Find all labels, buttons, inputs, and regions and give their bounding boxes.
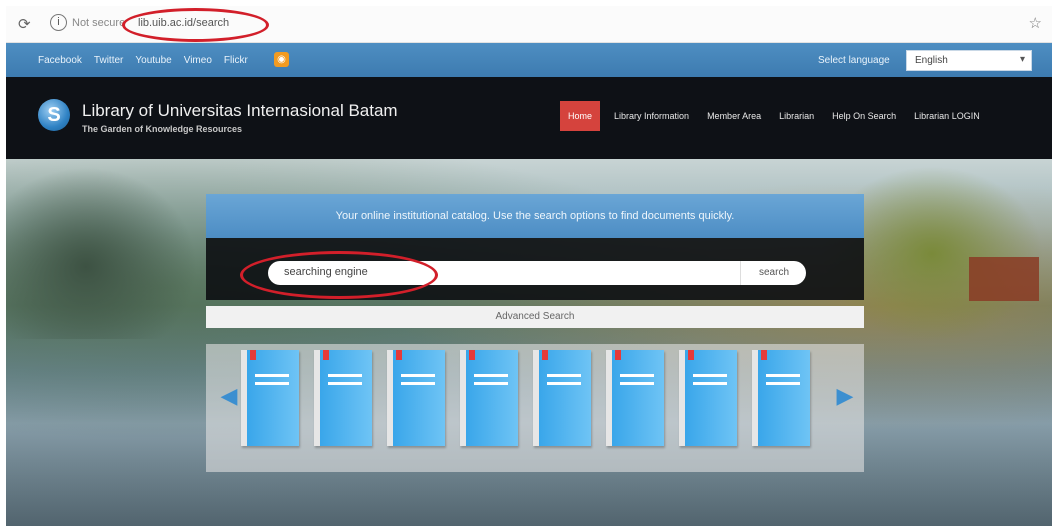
book-title-line — [401, 374, 435, 377]
nav-librarian-login[interactable]: Librarian LOGIN — [914, 111, 980, 121]
main-nav: Home Library Information Member Area Lib… — [560, 101, 998, 131]
book-item[interactable] — [241, 350, 299, 446]
page: ⟳ i Not secure lib.uib.ac.id/search ☆ Fa… — [6, 6, 1052, 526]
chevron-down-icon: ▾ — [1019, 54, 1025, 65]
book-item[interactable] — [387, 350, 445, 446]
social-link-youtube[interactable]: Youtube — [135, 55, 171, 66]
social-link-flickr[interactable]: Flickr — [224, 55, 248, 66]
book-item[interactable] — [606, 350, 664, 446]
bookmark-icon — [469, 350, 475, 360]
nav-member-area[interactable]: Member Area — [707, 111, 761, 121]
bookmark-icon — [396, 350, 402, 360]
info-icon[interactable]: i — [50, 14, 67, 31]
nav-librarian[interactable]: Librarian — [779, 111, 814, 121]
site-security-label: Not secure — [72, 17, 126, 29]
hero-trees-left — [6, 159, 206, 339]
site-title[interactable]: Library of Universitas Internasional Bat… — [82, 101, 398, 121]
arrow-left-icon[interactable]: ◀ — [220, 384, 238, 408]
social-link-facebook[interactable]: Facebook — [38, 55, 82, 66]
top-social-bar: Facebook Twitter Youtube Vimeo Flickr ◉ … — [6, 43, 1052, 77]
book-title-line — [766, 382, 800, 385]
language-label: Select language — [818, 55, 890, 66]
bookmark-icon — [542, 350, 548, 360]
book-title-line — [474, 374, 508, 377]
book-title-line — [693, 382, 727, 385]
book-title-line — [328, 374, 362, 377]
url-highlight-circle — [122, 8, 269, 42]
bookmark-icon — [761, 350, 767, 360]
book-title-line — [401, 382, 435, 385]
rss-icon[interactable]: ◉ — [274, 52, 289, 67]
book-title-line — [620, 382, 654, 385]
book-title-line — [547, 374, 581, 377]
search-intro: Your online institutional catalog. Use t… — [206, 194, 864, 238]
advanced-search-link[interactable]: Advanced Search — [206, 306, 864, 328]
nav-library-information[interactable]: Library Information — [614, 111, 689, 121]
book-title-line — [693, 374, 727, 377]
hero-house — [969, 257, 1039, 301]
social-links: Facebook Twitter Youtube Vimeo Flickr — [38, 55, 248, 66]
social-link-vimeo[interactable]: Vimeo — [184, 55, 212, 66]
site-subtitle: The Garden of Knowledge Resources — [82, 124, 243, 134]
book-item[interactable] — [533, 350, 591, 446]
language-value: English — [915, 55, 948, 66]
book-item[interactable] — [460, 350, 518, 446]
book-title-line — [328, 382, 362, 385]
social-link-twitter[interactable]: Twitter — [94, 55, 123, 66]
browser-address-bar: ⟳ i Not secure lib.uib.ac.id/search ☆ — [6, 6, 1052, 43]
book-title-line — [255, 374, 289, 377]
book-title-line — [547, 382, 581, 385]
book-item[interactable] — [679, 350, 737, 446]
nav-help-on-search[interactable]: Help On Search — [832, 111, 896, 121]
book-carousel: ◀ ▶ — [206, 344, 864, 472]
nav-home[interactable]: Home — [560, 101, 601, 131]
bookmark-icon — [615, 350, 621, 360]
search-button[interactable]: search — [740, 261, 807, 285]
book-list — [241, 350, 810, 446]
reload-icon[interactable]: ⟳ — [18, 15, 31, 33]
library-logo[interactable]: S — [38, 99, 70, 131]
search-highlight-circle — [240, 251, 438, 299]
site-header: S Library of Universitas Internasional B… — [6, 77, 1052, 159]
book-item[interactable] — [314, 350, 372, 446]
bookmark-icon — [323, 350, 329, 360]
hero-landscape: Your online institutional catalog. Use t… — [6, 159, 1052, 526]
arrow-right-icon[interactable]: ▶ — [836, 384, 854, 408]
book-title-line — [620, 374, 654, 377]
star-icon[interactable]: ☆ — [1029, 14, 1042, 32]
book-title-line — [474, 382, 508, 385]
bookmark-icon — [688, 350, 694, 360]
bookmark-icon — [250, 350, 256, 360]
language-select[interactable]: English ▾ — [906, 50, 1032, 71]
book-title-line — [766, 374, 800, 377]
book-title-line — [255, 382, 289, 385]
book-item[interactable] — [752, 350, 810, 446]
